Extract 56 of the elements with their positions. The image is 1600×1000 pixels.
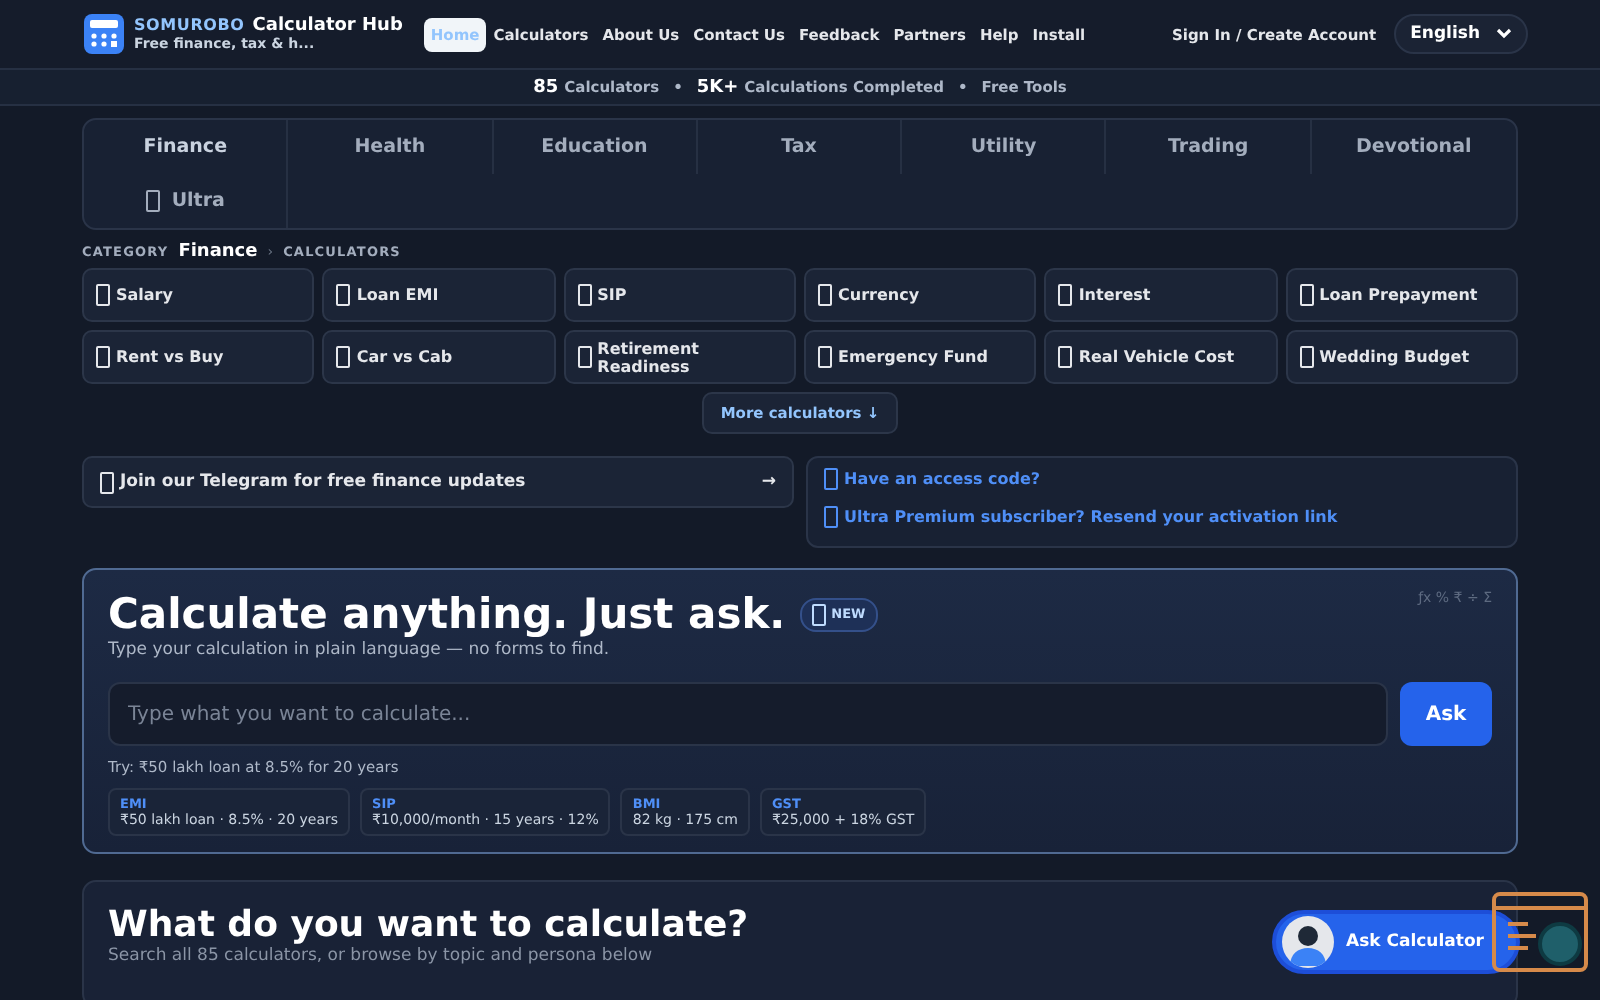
calculator-tile[interactable]: Salary [82, 268, 315, 322]
square-icon [100, 471, 114, 493]
panel-subtitle: Type your calculation in plain language — no forms to find. [108, 640, 612, 660]
calculator-tile[interactable]: Car vs Cab [322, 330, 556, 384]
calculator-tile[interactable]: Wedding Budget [1285, 330, 1518, 384]
category-tab[interactable]: Ultra [84, 174, 289, 228]
square-icon [577, 346, 592, 368]
category-tab[interactable]: Devotional [1311, 120, 1516, 174]
language-select[interactable]: English [1394, 14, 1528, 54]
square-icon [824, 468, 838, 490]
square-icon [818, 284, 832, 306]
square-icon [811, 603, 826, 625]
calculation-input[interactable]: Type what you want to calculate... [108, 682, 1388, 746]
category-tab[interactable]: Trading [1106, 120, 1312, 174]
avatar-icon [1282, 916, 1334, 968]
ask-calculator-button[interactable]: Ask Calculator [1272, 910, 1520, 974]
window-icon [1492, 892, 1588, 972]
square-icon [1058, 284, 1073, 306]
calculator-tile[interactable]: Interest [1044, 268, 1278, 322]
ask-button[interactable]: Ask [1400, 682, 1492, 746]
access-link[interactable]: Have an access code? [824, 468, 1500, 490]
calculator-tile[interactable]: Real Vehicle Cost [1044, 330, 1278, 384]
telegram-button[interactable]: Join our Telegram for free finance updates → [82, 456, 794, 508]
calculator-tile[interactable]: Rent vs Buy [82, 330, 315, 384]
calculator-tile[interactable]: Loan EMI [322, 268, 556, 322]
square-icon [1299, 346, 1314, 368]
square-icon [336, 284, 351, 306]
section-title: What do you want to calculate? [108, 904, 749, 946]
category-tab[interactable]: Finance [84, 120, 289, 174]
category-tab[interactable]: Health [288, 120, 494, 174]
calculator-tile[interactable]: Currency [804, 268, 1037, 322]
calculator-logo-icon [84, 14, 124, 54]
panel-title: Calculate anything. Just ask. [108, 590, 786, 638]
calculator-tile[interactable]: Loan Prepayment [1285, 268, 1518, 322]
stat-value: 85 [533, 77, 559, 97]
square-icon [824, 506, 838, 528]
brand-name: SOMUROBO [134, 16, 245, 34]
square-icon [1058, 346, 1073, 368]
square-icon [818, 346, 832, 368]
square-icon [336, 346, 351, 368]
site-title: Calculator Hub [252, 16, 403, 36]
breadcrumb-category: Finance [178, 242, 258, 262]
access-link[interactable]: Ultra Premium subscriber? Resend your activation link [824, 506, 1500, 528]
calculator-tile[interactable]: Emergency Fund [804, 330, 1037, 384]
section-subtitle: Search all 85 calculators, or browse by topic and persona below [108, 946, 653, 966]
category-tab[interactable]: Education [493, 120, 698, 174]
square-icon [96, 346, 110, 368]
category-tab[interactable]: Tax [697, 120, 903, 174]
caret-icon [1496, 28, 1512, 40]
square-icon [96, 284, 110, 306]
square-icon [577, 284, 592, 306]
calculator-tile[interactable]: Retirement Readiness [563, 330, 796, 384]
square-icon [1299, 284, 1314, 306]
stat-value: 5K+ [696, 77, 739, 97]
category-tab[interactable]: Utility [902, 120, 1107, 174]
calculator-tile[interactable]: SIP [563, 268, 796, 322]
